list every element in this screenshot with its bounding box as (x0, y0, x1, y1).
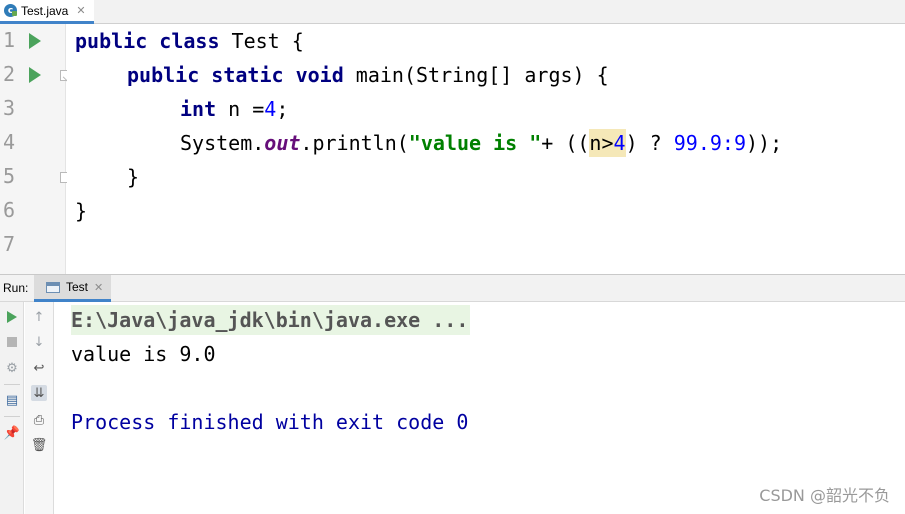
code-line-3: int n = 4; (180, 92, 288, 126)
code-text: ; (276, 97, 289, 121)
code-line-1: public class Test { (75, 24, 304, 58)
watermark: CSDN @韶光不负 (759, 486, 890, 505)
console-icon (46, 281, 60, 293)
code-text: System. (180, 131, 265, 155)
keyword: public class (75, 29, 220, 53)
code-text: } (75, 199, 88, 223)
console-command-line[interactable]: E:\Java\java_jdk\bin\java.exe ... (71, 305, 471, 335)
line-number: 7 (2, 232, 16, 256)
static-field: out (264, 131, 301, 155)
run-class-gutter-icon[interactable] (29, 33, 41, 49)
console-output-line: value is 9.0 (71, 342, 216, 366)
pin-icon[interactable]: 📌 (4, 425, 20, 441)
line-number: 6 (2, 198, 16, 222)
run-toolbar: ⚙ ▤ 📌 (0, 302, 24, 514)
trash-icon[interactable]: 🗑 (31, 437, 48, 453)
highlighted-expression: n>4 (589, 129, 626, 157)
debug-settings-icon[interactable]: ⚙ (4, 360, 20, 376)
number-literal: 9 (733, 131, 746, 155)
code-line-4: System. out .println("value is " + ((n>4) ?… (180, 126, 782, 160)
code-text: } (127, 165, 140, 189)
close-icon[interactable]: ✕ (76, 4, 85, 17)
code-text: ) ? (625, 131, 674, 155)
run-panel-title: Run: (3, 281, 29, 295)
code-area[interactable]: public class Test { public static void m… (67, 24, 905, 274)
console-toolbar: ↑ ↓ ↩ ⇊ ⎙ 🗑 (25, 302, 54, 514)
code-text: .println( (300, 131, 409, 155)
print-icon[interactable]: ⎙ (31, 412, 47, 428)
line-number: 4 (2, 130, 16, 154)
line-number: 1 (2, 28, 16, 52)
code-line-6: } (75, 194, 87, 228)
code-line-5: } (127, 160, 139, 194)
keyword: int (180, 97, 217, 121)
stop-square-icon (7, 337, 17, 347)
console-exit-line: Process finished with exit code 0 (71, 410, 469, 434)
toolbar-separator (4, 384, 20, 385)
number-literal: 99.9 (673, 131, 722, 155)
editor-tab-test-java[interactable]: c Test.java ✕ (0, 0, 94, 24)
run-panel-header: Run: Test ✕ (0, 274, 905, 302)
code-text: + (( (541, 131, 590, 155)
editor-gutter: 1 2 3 4 5 6 7 (0, 24, 73, 274)
code-line-2: public static void main(String[] args) { (127, 58, 609, 92)
close-icon[interactable]: ✕ (94, 281, 103, 294)
rerun-icon[interactable] (4, 309, 20, 325)
number-literal: 4 (264, 97, 277, 121)
code-text: Test { (219, 29, 304, 53)
code-text: )); (746, 131, 783, 155)
java-class-file-icon: c (4, 4, 17, 17)
string-literal: "value is " (408, 131, 542, 155)
play-icon (7, 311, 17, 323)
code-text: n = (216, 97, 265, 121)
layout-icon[interactable]: ▤ (4, 392, 20, 408)
run-tab-label: Test (66, 280, 89, 294)
code-text: n> (589, 131, 614, 155)
code-text: main(String[] args) { (343, 63, 609, 87)
keyword: public static void (127, 63, 344, 87)
line-number: 5 (2, 164, 16, 188)
arrow-down-icon[interactable]: ↓ (31, 334, 47, 350)
code-editor: 1 2 3 4 5 6 7 public class Test { public… (0, 24, 905, 274)
code-text: : (721, 131, 734, 155)
stop-icon[interactable] (4, 334, 20, 350)
soft-wrap-icon[interactable]: ↩ (31, 360, 47, 376)
arrow-up-icon[interactable]: ↑ (31, 309, 47, 325)
toolbar-separator (4, 416, 20, 417)
editor-tab-bar: c Test.java ✕ (0, 0, 905, 24)
run-tab-test[interactable]: Test ✕ (34, 275, 112, 302)
editor-tab-label: Test.java (21, 3, 69, 18)
run-main-gutter-icon[interactable] (29, 67, 41, 83)
number-literal: 4 (613, 131, 626, 155)
line-number: 2 (2, 62, 16, 86)
scroll-to-end-icon[interactable]: ⇊ (31, 385, 47, 401)
line-number: 3 (2, 96, 16, 120)
